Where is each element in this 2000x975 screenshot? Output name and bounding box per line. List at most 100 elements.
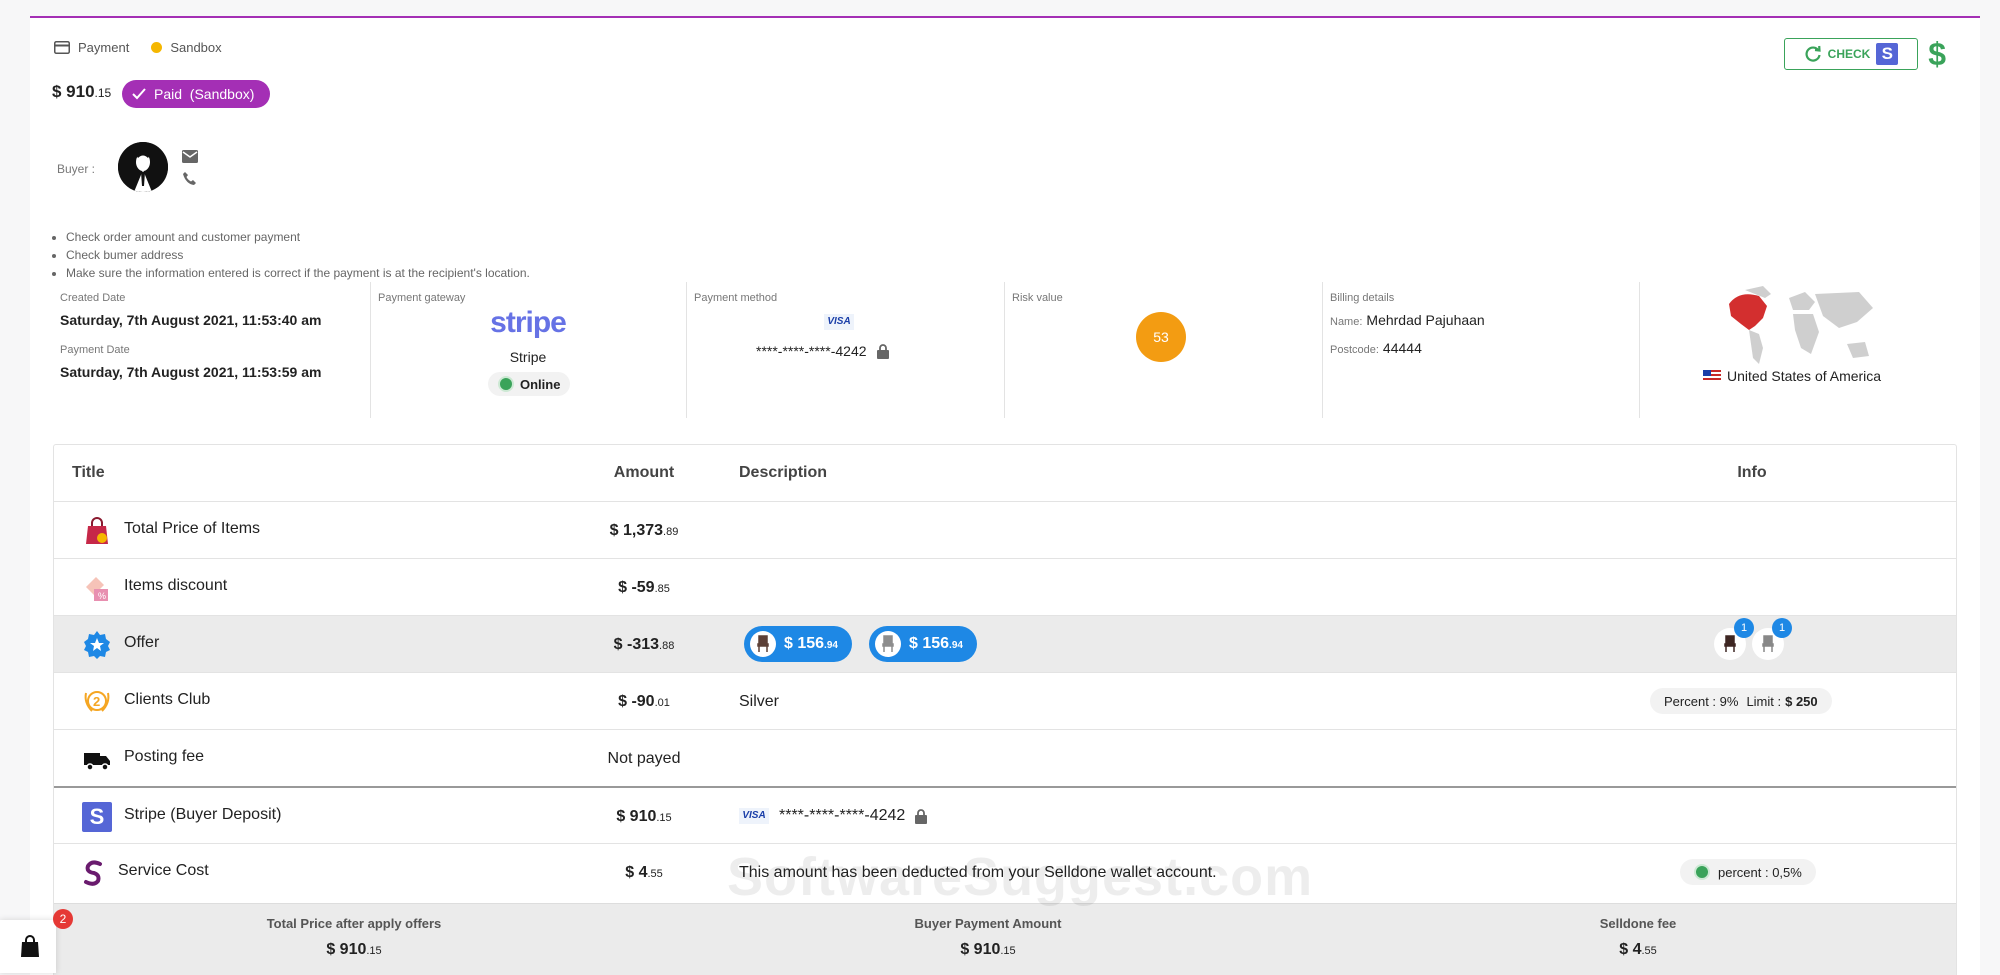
country: United States of America [1703, 368, 1881, 384]
table-row[interactable]: 2 Clients Club $ -90.01 Silver Percent :… [54, 672, 1956, 730]
buyer-payment-value: $ 910.15 [838, 941, 1138, 959]
online-dot-icon [498, 376, 514, 392]
stripe-s-icon: S [1876, 43, 1899, 65]
offer-pill[interactable]: $ 156.94 [869, 626, 977, 662]
stripe-logo: stripe [490, 306, 567, 339]
selldone-fee-label: Selldone fee [1599, 916, 1677, 931]
table-row[interactable]: % Items discount $ -59.85 [54, 558, 1956, 616]
row-amount-main: $ 910 [616, 808, 657, 825]
risk-panel: Risk value 53 [1004, 282, 1323, 418]
row-amount-cents: .88 [659, 640, 675, 652]
created-date-value: Saturday, 7th August 2021, 11:53:40 am [60, 312, 322, 328]
col-header-description[interactable]: Description [739, 445, 827, 501]
club-percent: Percent : 9% [1664, 693, 1739, 709]
selldone-icon [84, 860, 102, 886]
offer-pill[interactable]: $ 156.94 [744, 626, 852, 662]
row-amount-main: $ 1,373 [609, 522, 664, 539]
status-badge: Paid (Sandbox) [122, 80, 271, 108]
row-amount: $ 910.15 [534, 788, 754, 845]
col-header-info[interactable]: Info [1652, 445, 1852, 501]
check-button[interactable]: CHECK S [1784, 38, 1918, 70]
row-title: Offer [124, 634, 160, 651]
table-row[interactable]: Posting fee Not payed [54, 729, 1956, 787]
refresh-icon [1805, 45, 1821, 62]
billing-name: Name: Mehrdad Pajuhaan [1330, 312, 1485, 328]
gateway-status-label: Online [520, 376, 561, 392]
check-button-label: CHECK [1827, 47, 1871, 61]
club-limit-value: $ 250 [1785, 693, 1818, 709]
club-limit-label: Limit : [1746, 693, 1782, 709]
cart-button[interactable] [0, 920, 56, 973]
selldone-fee: Selldone fee $ 4.55 [1488, 916, 1788, 959]
billing-postcode-label: Postcode: [1330, 344, 1379, 356]
checklist-item: Check order amount and customer payment [66, 228, 530, 246]
service-info-pill: percent : 0,5% [1680, 859, 1816, 885]
table-row[interactable]: S Stripe (Buyer Deposit) $ 910.15 VISA *… [54, 786, 1956, 845]
row-amount: Not payed [607, 750, 681, 767]
row-title: Posting fee [124, 748, 205, 765]
payment-date-value: Saturday, 7th August 2021, 11:53:59 am [60, 364, 322, 380]
selldone-fee-value: $ 4.55 [1488, 941, 1788, 959]
row-title: Stripe (Buyer Deposit) [124, 806, 282, 823]
method-label: Payment method [694, 292, 778, 304]
breadcrumb-payment[interactable]: Payment [78, 40, 129, 55]
buyer-payment-amount: Buyer Payment Amount $ 910.15 [838, 916, 1138, 959]
dates-panel: Created Date Saturday, 7th August 2021, … [48, 282, 371, 418]
total-after-offers: Total Price after apply offers $ 910.15 [204, 916, 504, 959]
table-row[interactable]: Service Cost $ 4.55 This amount has been… [54, 843, 1956, 901]
svg-text:%: % [98, 591, 106, 601]
club-medal-icon: 2 [84, 691, 110, 712]
total-after-offers-value: $ 910.15 [204, 941, 504, 959]
row-amount: $ -90.01 [534, 673, 754, 730]
row-amount-cents: .01 [654, 697, 670, 709]
billing-label: Billing details [1330, 292, 1395, 304]
payment-table: Title Amount Description Info Total Pric… [53, 444, 1957, 975]
truck-icon [84, 753, 110, 771]
buyer-avatar[interactable] [118, 142, 168, 192]
breadcrumb: Payment Sandbox [54, 40, 222, 55]
row-description: This amount has been deducted from your … [739, 864, 1217, 881]
method-card-number: ****-****-****-4242 [756, 343, 867, 359]
method-panel: Payment method VISA ****-****-****-4242 [686, 282, 1005, 418]
row-title: Total Price of Items [124, 520, 261, 537]
dollar-icon[interactable]: $ [1928, 36, 1946, 73]
stripe-icon: S [82, 802, 112, 832]
chair-icon [750, 631, 776, 657]
col-header-title[interactable]: Title [72, 445, 105, 501]
checklist: Check order amount and customer payment … [50, 228, 530, 282]
offer-count-badge: 1 [1772, 618, 1792, 638]
lock-icon [915, 808, 928, 824]
row-amount: $ 4.55 [534, 844, 754, 901]
row-amount: $ -59.85 [534, 559, 754, 616]
mail-icon[interactable] [182, 150, 198, 168]
row-amount-main: $ 4 [625, 864, 648, 881]
selldone-fee-cents: .55 [1641, 945, 1657, 957]
table-row[interactable]: Total Price of Items $ 1,373.89 [54, 501, 1956, 559]
table-row[interactable]: Offer $ -313.88 $ 156.94 $ 156.94 1 1 [54, 615, 1956, 673]
svg-text:2: 2 [93, 694, 100, 709]
offer-badge-icon [84, 631, 110, 659]
gateway-name: Stripe [509, 349, 547, 365]
row-amount-cents: .89 [663, 526, 679, 538]
total-after-offers-label: Total Price after apply offers [266, 916, 442, 931]
col-header-amount[interactable]: Amount [534, 445, 754, 501]
row-amount: $ 1,373.89 [534, 502, 754, 559]
billing-postcode: Postcode: 44444 [1330, 340, 1422, 356]
buyer-payment-label: Buyer Payment Amount [914, 916, 1062, 931]
offer-product-avatar[interactable]: 1 [1752, 618, 1792, 660]
offer-count-badge: 1 [1734, 618, 1754, 638]
billing-name-value: Mehrdad Pajuhaan [1366, 312, 1485, 328]
offer-pill-cents: .94 [824, 640, 838, 651]
row-title: Items discount [124, 577, 228, 594]
method-card: ****-****-****-4242 [756, 343, 889, 359]
gateway-label: Payment gateway [378, 292, 466, 304]
row-amount: $ -313.88 [534, 616, 754, 673]
selldone-fee-main: $ 4 [1619, 941, 1642, 958]
row-amount-cents: .85 [654, 583, 670, 595]
lock-icon [876, 343, 889, 359]
phone-icon[interactable] [182, 171, 197, 191]
offer-pill-cents: .94 [949, 640, 963, 651]
check-icon [132, 88, 146, 100]
offer-product-avatar[interactable]: 1 [1714, 618, 1754, 660]
created-date-label: Created Date [60, 292, 126, 304]
